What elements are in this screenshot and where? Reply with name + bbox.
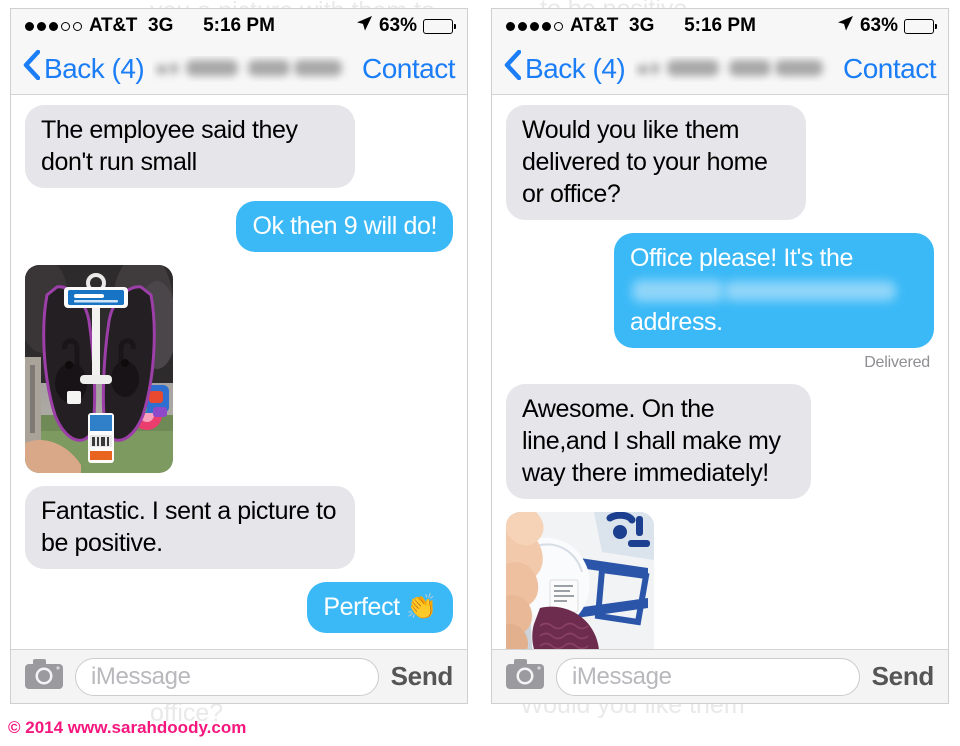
chevron-left-icon: [504, 49, 522, 87]
message-text-part-1: Office please! It's the: [630, 244, 854, 272]
back-button[interactable]: Back (4): [504, 49, 626, 87]
conversation-thread[interactable]: Would you like them delivered to your ho…: [492, 95, 948, 649]
message-row: Ok then 9 will do!: [25, 201, 467, 252]
message-text: Fantastic. I sent a picture to be positi…: [41, 497, 337, 557]
signal-strength-dots: [506, 21, 563, 31]
battery-icon: [423, 18, 456, 34]
message-row: Awesome. On the line,and I shall make my…: [492, 384, 934, 499]
signal-strength-dots: [25, 21, 82, 31]
message-bubble-incoming[interactable]: Fantastic. I sent a picture to be positi…: [11, 486, 355, 569]
navigation-bar: Back (4) Contact: [11, 43, 467, 95]
photo-attachment-socks-package[interactable]: [506, 512, 654, 649]
message-composer: iMessage Send: [11, 649, 467, 703]
message-text: Perfect 👏: [323, 591, 437, 623]
status-bar-left: AT&T 3G: [25, 15, 173, 37]
message-text-part-2: address.: [630, 308, 723, 336]
carrier-label: AT&T: [570, 15, 619, 36]
conversation-title-redacted: [152, 56, 356, 82]
message-row: Office please! It's the address.: [506, 233, 948, 348]
contact-button[interactable]: Contact: [843, 53, 937, 85]
battery-percent-label: 63%: [859, 15, 898, 36]
chevron-left-icon: [23, 49, 41, 87]
copyright-footer: © 2014 www.sarahdoody.com: [8, 718, 247, 737]
send-button[interactable]: Send: [391, 661, 454, 692]
battery-percent-label: 63%: [378, 15, 417, 36]
contact-button[interactable]: Contact: [362, 53, 456, 85]
conversation-thread[interactable]: The employee said they don't run small O…: [11, 95, 467, 649]
message-row: Perfect 👏: [25, 582, 467, 633]
network-type-label: 3G: [629, 15, 655, 36]
imessage-input[interactable]: iMessage: [556, 657, 860, 696]
redacted-text-block: [724, 281, 896, 302]
imessage-placeholder: iMessage: [91, 662, 191, 690]
back-button-label: Back (4): [525, 52, 626, 84]
battery-icon: [904, 18, 937, 34]
message-row: The employee said they don't run small: [11, 105, 453, 188]
camera-icon[interactable]: [25, 659, 63, 694]
network-type-label: 3G: [148, 15, 174, 36]
send-button[interactable]: Send: [872, 661, 935, 692]
message-row: [25, 265, 453, 473]
carrier-label: AT&T: [89, 15, 138, 36]
clapping-hands-emoji: 👏: [406, 593, 437, 621]
status-bar-right: 63%: [356, 15, 456, 38]
message-bubble-outgoing-redacted[interactable]: Office please! It's the address.: [614, 233, 948, 348]
conversation-title-redacted: [633, 56, 837, 82]
message-bubble-incoming[interactable]: Awesome. On the line,and I shall make my…: [492, 384, 811, 499]
message-bubble-incoming[interactable]: Would you like them delivered to your ho…: [492, 105, 806, 220]
message-row: Fantastic. I sent a picture to be positi…: [11, 486, 453, 569]
message-text: Awesome. On the line,and I shall make my…: [522, 395, 781, 487]
message-text: The employee said they don't run small: [41, 116, 298, 176]
message-row: Would you like them delivered to your ho…: [492, 105, 934, 220]
redacted-text-block: [632, 280, 724, 303]
message-text: Ok then 9 will do!: [252, 212, 437, 240]
status-bar-left: AT&T 3G: [506, 15, 654, 37]
photo-attachment-water-shoes[interactable]: [25, 265, 173, 473]
navigation-bar: Back (4) Contact: [492, 43, 948, 95]
message-row: [506, 512, 934, 649]
status-bar: AT&T 3G 5:16 PM 63%: [492, 9, 948, 43]
back-button[interactable]: Back (4): [23, 49, 145, 87]
camera-icon[interactable]: [506, 659, 544, 694]
message-bubble-outgoing[interactable]: Ok then 9 will do!: [236, 201, 467, 252]
phone-screenshot-right: AT&T 3G 5:16 PM 63% Back (4) Contact Wou…: [491, 8, 949, 704]
message-text: Would you like them delivered to your ho…: [522, 116, 768, 208]
message-text-body: Perfect: [323, 593, 407, 621]
message-bubble-incoming[interactable]: The employee said they don't run small: [11, 105, 355, 188]
status-bar: AT&T 3G 5:16 PM 63%: [11, 9, 467, 43]
delivery-status-label: Delivered: [864, 354, 930, 371]
location-arrow-icon: [356, 15, 373, 38]
imessage-placeholder: iMessage: [572, 662, 672, 690]
back-button-label: Back (4): [44, 52, 145, 84]
message-bubble-outgoing[interactable]: Perfect 👏: [307, 582, 467, 633]
phone-screenshot-left: AT&T 3G 5:16 PM 63% Back (4) Contact The…: [10, 8, 468, 704]
message-text: Office please! It's the address.: [630, 242, 918, 338]
location-arrow-icon: [837, 15, 854, 38]
status-bar-right: 63%: [837, 15, 937, 38]
imessage-input[interactable]: iMessage: [75, 657, 379, 696]
message-composer: iMessage Send: [492, 649, 948, 703]
